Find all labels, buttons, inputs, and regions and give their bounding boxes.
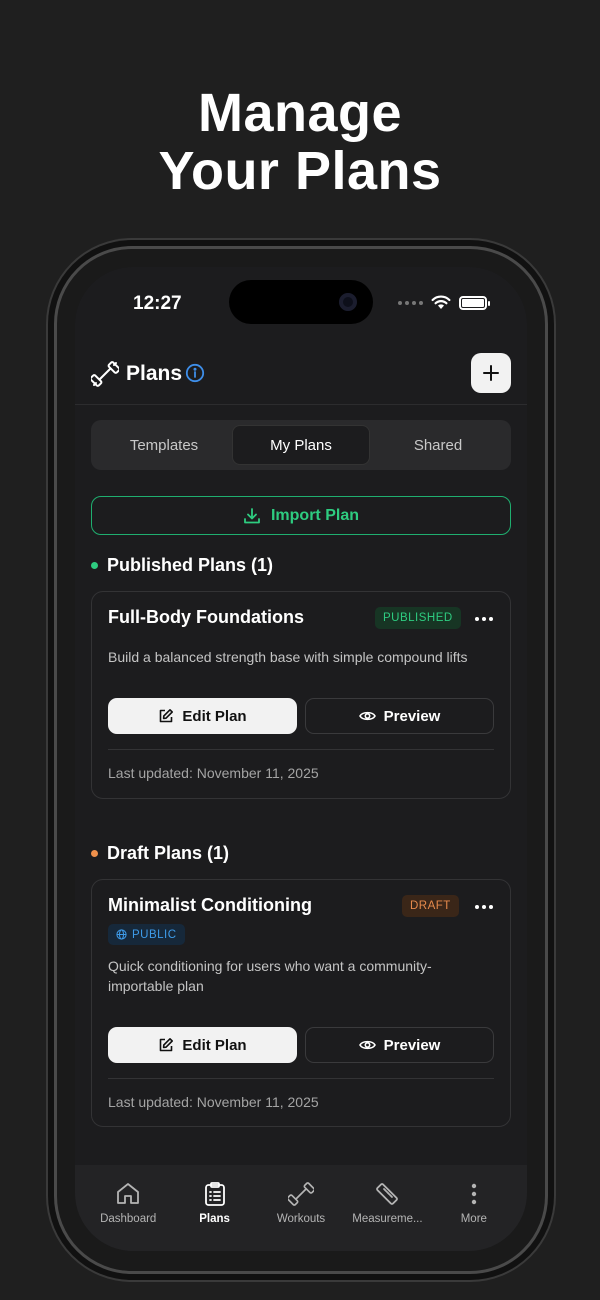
nav-more[interactable]: More [431, 1165, 517, 1251]
edit-plan-button[interactable]: Edit Plan [108, 1027, 297, 1063]
visibility-label: PUBLIC [132, 928, 177, 941]
draft-section-header: Draft Plans (1) [91, 843, 229, 864]
marketing-headline: Manage Your Plans [0, 84, 600, 200]
preview-button[interactable]: Preview [305, 698, 494, 734]
preview-label: Preview [383, 707, 441, 725]
nav-workouts[interactable]: Workouts [258, 1165, 344, 1251]
nav-plans-label: Plans [199, 1213, 230, 1225]
published-section-title: Published Plans (1) [107, 555, 274, 575]
nav-dashboard-label: Dashboard [100, 1213, 157, 1225]
volume-up-button [47, 530, 51, 602]
more-vertical-icon [471, 1183, 477, 1205]
phone-screen: 12:27 Plans Templates My Plans Shared Im… [75, 267, 527, 1251]
silent-switch [47, 455, 51, 491]
nav-measurements-label: Measureme... [352, 1213, 423, 1225]
plus-icon [483, 365, 499, 381]
plan-description: Build a balanced strength base with simp… [108, 649, 468, 665]
add-plan-button[interactable] [471, 353, 511, 393]
nav-plans[interactable]: Plans [171, 1165, 257, 1251]
app-header: Plans [75, 347, 527, 405]
eye-icon [358, 1040, 376, 1050]
power-button [549, 558, 553, 668]
import-plan-label: Import Plan [270, 506, 359, 524]
card-divider [108, 1078, 494, 1079]
nav-more-label: More [460, 1213, 487, 1225]
draft-dot [91, 850, 98, 857]
more-options-icon[interactable] [474, 609, 494, 629]
tab-shared[interactable]: Shared [370, 425, 506, 465]
dumbbell-icon [288, 1182, 315, 1206]
more-options-icon[interactable] [474, 897, 494, 917]
status-time: 12:27 [133, 293, 182, 314]
camera-icon [339, 293, 357, 311]
last-updated: Last updated: November 11, 2025 [108, 1094, 319, 1110]
volume-down-button [47, 625, 51, 697]
visibility-badge: PUBLIC [108, 924, 185, 945]
plan-card-draft: Minimalist Conditioning DRAFT PUBLIC Qui… [91, 879, 511, 1127]
ruler-icon [376, 1183, 399, 1205]
dumbbell-icon [91, 361, 119, 387]
last-updated: Last updated: November 11, 2025 [108, 765, 319, 781]
globe-icon [116, 929, 127, 940]
battery-icon [459, 295, 490, 310]
status-indicators [398, 295, 490, 310]
signal-icon [398, 300, 423, 305]
preview-label: Preview [383, 1036, 441, 1054]
wifi-icon [431, 295, 451, 309]
edit-icon [160, 709, 174, 723]
tab-my-plans[interactable]: My Plans [232, 425, 370, 465]
preview-button[interactable]: Preview [305, 1027, 494, 1063]
eye-icon [358, 711, 376, 721]
edit-plan-label: Edit Plan [182, 1036, 247, 1054]
plan-description: Quick conditioning for users who want a … [108, 958, 432, 994]
clipboard-icon [204, 1182, 225, 1206]
import-plan-button[interactable]: Import Plan [91, 496, 511, 535]
home-icon [117, 1183, 140, 1204]
nav-measurements[interactable]: Measureme... [344, 1165, 430, 1251]
bottom-navigation: Dashboard Plans Workouts Measureme... Mo… [75, 1165, 527, 1251]
edit-plan-label: Edit Plan [182, 707, 247, 725]
plans-tab-bar: Templates My Plans Shared [91, 420, 511, 470]
published-section-header: Published Plans (1) [91, 555, 273, 576]
published-dot [91, 562, 98, 569]
tab-templates[interactable]: Templates [96, 425, 232, 465]
headline-line-1: Manage [197, 83, 403, 143]
draft-section-title: Draft Plans (1) [107, 843, 230, 863]
headline-line-2: Your Plans [158, 141, 442, 201]
nav-workouts-label: Workouts [276, 1213, 326, 1225]
card-divider [108, 749, 494, 750]
page-title: Plans [126, 362, 183, 385]
status-badge: DRAFT [402, 895, 459, 917]
edit-plan-button[interactable]: Edit Plan [108, 698, 297, 734]
dynamic-island [229, 280, 373, 324]
info-icon[interactable] [185, 363, 205, 383]
plan-name: Full-Body Foundations [108, 607, 304, 627]
plan-name: Minimalist Conditioning [108, 895, 312, 915]
nav-dashboard[interactable]: Dashboard [85, 1165, 171, 1251]
edit-icon [160, 1038, 174, 1052]
plan-card-published: Full-Body Foundations PUBLISHED Build a … [91, 591, 511, 799]
status-badge: PUBLISHED [375, 607, 461, 629]
download-icon [244, 507, 260, 523]
